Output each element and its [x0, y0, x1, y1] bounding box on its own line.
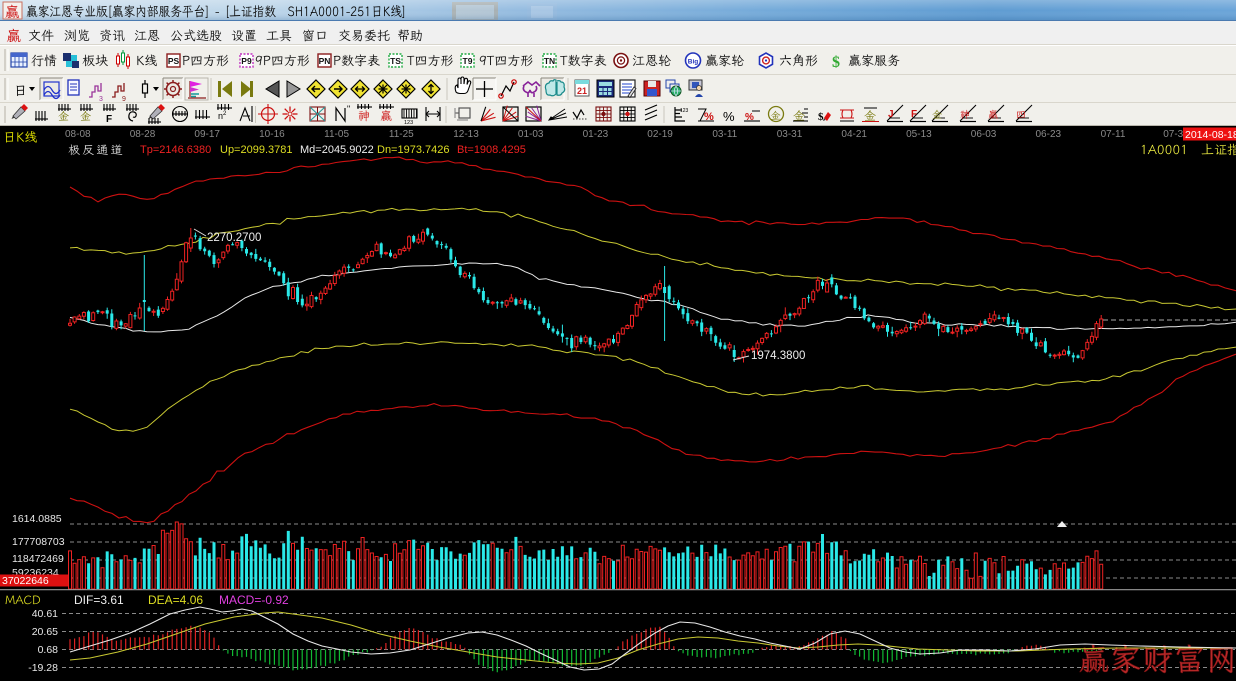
svg-text:06-03: 06-03	[971, 129, 997, 140]
svg-text:2270.2700: 2270.2700	[207, 232, 261, 244]
svg-text:%: %	[723, 109, 735, 124]
svg-text:40.61: 40.61	[32, 608, 58, 620]
svg-text:01-03: 01-03	[518, 129, 544, 140]
svg-text:11-05: 11-05	[324, 129, 349, 140]
svg-text:09-17: 09-17	[194, 129, 220, 140]
svg-text:-19.28: -19.28	[28, 662, 58, 674]
svg-text:$: $	[832, 54, 840, 71]
svg-text:Big: Big	[688, 59, 699, 66]
svg-text:PS: PS	[168, 56, 180, 66]
svg-text:P9: P9	[241, 56, 252, 66]
svg-text:37022646: 37022646	[2, 575, 49, 587]
svg-text:02-19: 02-19	[647, 129, 673, 140]
svg-text:12-13: 12-13	[453, 129, 479, 140]
svg-text:TS: TS	[390, 56, 401, 66]
svg-text:07-11: 07-11	[1101, 129, 1126, 140]
svg-text:01-23: 01-23	[583, 129, 609, 140]
svg-text:177708703: 177708703	[12, 536, 65, 548]
svg-text:TN: TN	[544, 56, 555, 66]
svg-text:1974.3800: 1974.3800	[751, 350, 805, 362]
svg-text:DIF=3.61: DIF=3.61	[74, 593, 124, 607]
svg-text:123: 123	[404, 120, 413, 126]
svg-text:T9: T9	[463, 56, 473, 66]
svg-text:1614.0885: 1614.0885	[12, 513, 62, 525]
svg-text:PN: PN	[319, 56, 331, 66]
svg-text:11-25: 11-25	[389, 129, 414, 140]
svg-text:": "	[347, 104, 350, 114]
svg-text:05-13: 05-13	[906, 129, 932, 140]
svg-text:DEA=4.06: DEA=4.06	[148, 593, 203, 607]
svg-text:9: 9	[122, 96, 126, 103]
svg-text:Tp=2146.6380: Tp=2146.6380	[140, 144, 211, 156]
svg-text:03-31: 03-31	[777, 129, 803, 140]
svg-text:03-11: 03-11	[712, 129, 737, 140]
svg-text:MACD=-0.92: MACD=-0.92	[219, 593, 289, 607]
svg-text:J: J	[888, 109, 894, 120]
svg-text:21: 21	[577, 86, 587, 96]
svg-text:Dn=1973.7426: Dn=1973.7426	[377, 144, 449, 156]
svg-text:Md=2045.9022: Md=2045.9022	[300, 144, 374, 156]
svg-text:$: $	[818, 111, 824, 123]
svg-text:20.65: 20.65	[32, 626, 58, 638]
svg-text:06-23: 06-23	[1036, 129, 1062, 140]
svg-text:08-28: 08-28	[130, 129, 156, 140]
svg-text:0.68: 0.68	[38, 644, 59, 656]
svg-text:Bt=1908.4295: Bt=1908.4295	[457, 144, 526, 156]
svg-text:118472469: 118472469	[12, 553, 64, 565]
svg-text:F: F	[106, 114, 112, 125]
svg-text:F: F	[911, 109, 917, 120]
svg-text:123: 123	[680, 108, 689, 114]
svg-text:2014-08-18: 2014-08-18	[1185, 129, 1236, 141]
svg-text:3: 3	[99, 96, 103, 103]
svg-text:Up=2099.3781: Up=2099.3781	[220, 144, 292, 156]
svg-text:10-16: 10-16	[259, 129, 285, 140]
svg-text:04-21: 04-21	[841, 129, 867, 140]
svg-text:08-08: 08-08	[65, 129, 91, 140]
